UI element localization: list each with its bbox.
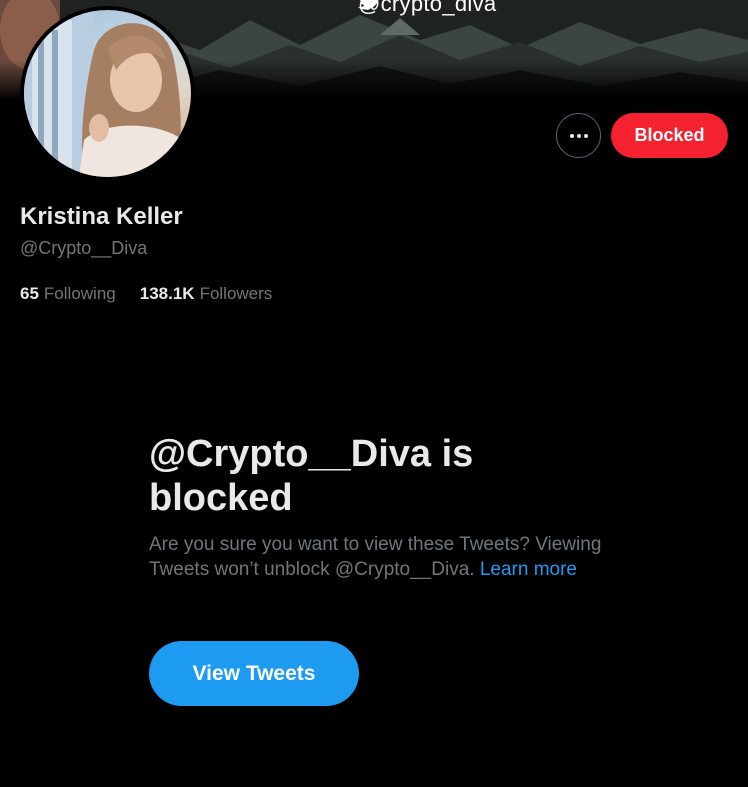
more-dot <box>583 133 588 138</box>
avatar-portrait-image <box>24 10 189 177</box>
banner-watermark: @crypto_diva <box>358 0 496 18</box>
view-tweets-button[interactable]: View Tweets <box>149 641 359 706</box>
blocked-title: @Crypto__Diva is blocked <box>149 433 474 519</box>
avatar[interactable] <box>20 6 195 181</box>
following-label: Following <box>43 284 116 303</box>
follow-stats: 65 Following 138.1K Followers <box>20 284 272 304</box>
twitter-bird-icon <box>358 0 379 10</box>
blocked-description: Are you sure you want to view these Twee… <box>149 532 619 582</box>
blocked-button[interactable]: Blocked <box>611 113 728 158</box>
followers-count: 138.1K <box>139 284 195 303</box>
more-options-button[interactable] <box>556 113 601 158</box>
more-horizontal-icon <box>569 133 588 138</box>
more-dot <box>576 133 581 138</box>
username: @Crypto__Diva <box>20 238 148 258</box>
more-dot <box>569 133 574 138</box>
followers-label: Followers <box>199 284 273 303</box>
learn-more-link[interactable]: Learn more <box>480 559 577 580</box>
following-count: 65 <box>20 284 39 303</box>
avatar-photo <box>24 10 191 177</box>
following-link[interactable]: 65 Following <box>20 284 116 304</box>
profile-page: @crypto_diva Blocked Kristina Keller @Cr… <box>0 0 748 787</box>
display-name: Kristina Keller <box>20 203 183 230</box>
followers-link[interactable]: 138.1K Followers <box>140 284 273 304</box>
